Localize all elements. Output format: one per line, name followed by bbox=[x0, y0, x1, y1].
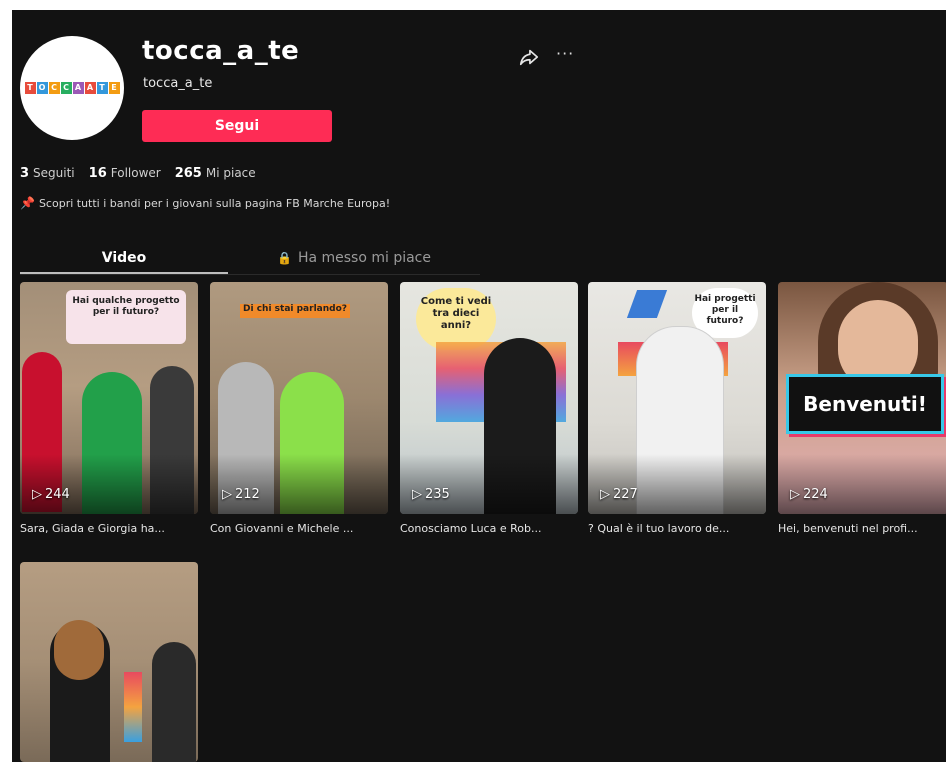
follow-button[interactable]: Segui bbox=[142, 110, 332, 142]
likes-stat: 265 Mi piace bbox=[174, 166, 256, 181]
video-card[interactable]: Benvenuti! ▷ 224 bbox=[778, 282, 946, 514]
logo-letter: T bbox=[96, 82, 108, 94]
bio-text: Scopri tutti i bandi per i giovani sulla… bbox=[38, 196, 391, 210]
view-count: ▷ 244 bbox=[32, 487, 70, 502]
play-icon: ▷ bbox=[790, 487, 800, 502]
view-count: ▷ 224 bbox=[790, 487, 828, 502]
profile-stats: 3 Seguiti 16 Follower 265 Mi piace bbox=[20, 166, 256, 181]
pin-icon: 📌 bbox=[20, 196, 35, 210]
profile-bio: 📌 Scopri tutti i bandi per i giovani sul… bbox=[20, 196, 390, 210]
video-thumbnail-text: Come ti vedi tra dieci anni? bbox=[416, 288, 496, 350]
video-thumbnail-text: Benvenuti! bbox=[803, 392, 927, 416]
avatar[interactable]: TOCCAATE bbox=[20, 36, 124, 140]
video-card[interactable]: Di chi stai parlando? ▷ 212 bbox=[210, 282, 388, 514]
view-count: ▷ 235 bbox=[412, 487, 450, 502]
profile-logo: TOCCAATE bbox=[24, 82, 120, 94]
followers-stat[interactable]: 16 Follower bbox=[89, 166, 161, 181]
logo-letter: T bbox=[24, 82, 36, 94]
tabs-divider bbox=[20, 274, 480, 275]
view-count: ▷ 227 bbox=[600, 487, 638, 502]
profile-tabs: Video 🔒 Ha messo mi piace bbox=[20, 242, 480, 276]
profile-handle: tocca_a_te bbox=[143, 76, 213, 91]
view-count: ▷ 212 bbox=[222, 487, 260, 502]
profile-page: TOCCAATE tocca_a_te tocca_a_te Segui ···… bbox=[12, 10, 946, 762]
logo-letter: A bbox=[84, 82, 96, 94]
video-card[interactable]: Hai qualche progetto per il futuro? ▷ 244 bbox=[20, 282, 198, 514]
play-icon: ▷ bbox=[222, 487, 232, 502]
video-card[interactable]: Hai progetti per il futuro? ▷ 227 bbox=[588, 282, 766, 514]
logo-letter: E bbox=[108, 82, 120, 94]
video-caption[interactable]: Conosciamo Luca e Rob... bbox=[400, 522, 578, 535]
logo-letter: C bbox=[48, 82, 60, 94]
following-stat[interactable]: 3 Seguiti bbox=[20, 166, 75, 181]
tab-video[interactable]: Video bbox=[20, 242, 228, 274]
logo-letter: O bbox=[36, 82, 48, 94]
video-caption[interactable]: Con Giovanni e Michele ... bbox=[210, 522, 388, 535]
video-caption[interactable]: Hei, benvenuti nel profi... bbox=[778, 522, 946, 535]
play-icon: ▷ bbox=[412, 487, 422, 502]
more-options-icon[interactable]: ··· bbox=[556, 44, 574, 63]
video-thumbnail-text: Di chi stai parlando? bbox=[240, 304, 350, 318]
video-card[interactable]: Come ti vedi tra dieci anni? ▷ 235 bbox=[400, 282, 578, 514]
profile-username: tocca_a_te bbox=[142, 36, 300, 66]
logo-letter: A bbox=[72, 82, 84, 94]
video-caption[interactable]: ? Qual è il tuo lavoro de... bbox=[588, 522, 766, 535]
logo-letter: C bbox=[60, 82, 72, 94]
video-card[interactable] bbox=[20, 562, 198, 762]
video-thumbnail-text: Hai qualche progetto per il futuro? bbox=[66, 290, 186, 344]
video-caption[interactable]: Sara, Giada e Giorgia ha... bbox=[20, 522, 198, 535]
lock-icon: 🔒 bbox=[276, 251, 292, 265]
play-icon: ▷ bbox=[600, 487, 610, 502]
play-icon: ▷ bbox=[32, 487, 42, 502]
tab-liked[interactable]: 🔒 Ha messo mi piace bbox=[228, 242, 480, 274]
active-tab-indicator bbox=[20, 272, 228, 274]
share-icon[interactable] bbox=[518, 46, 540, 68]
